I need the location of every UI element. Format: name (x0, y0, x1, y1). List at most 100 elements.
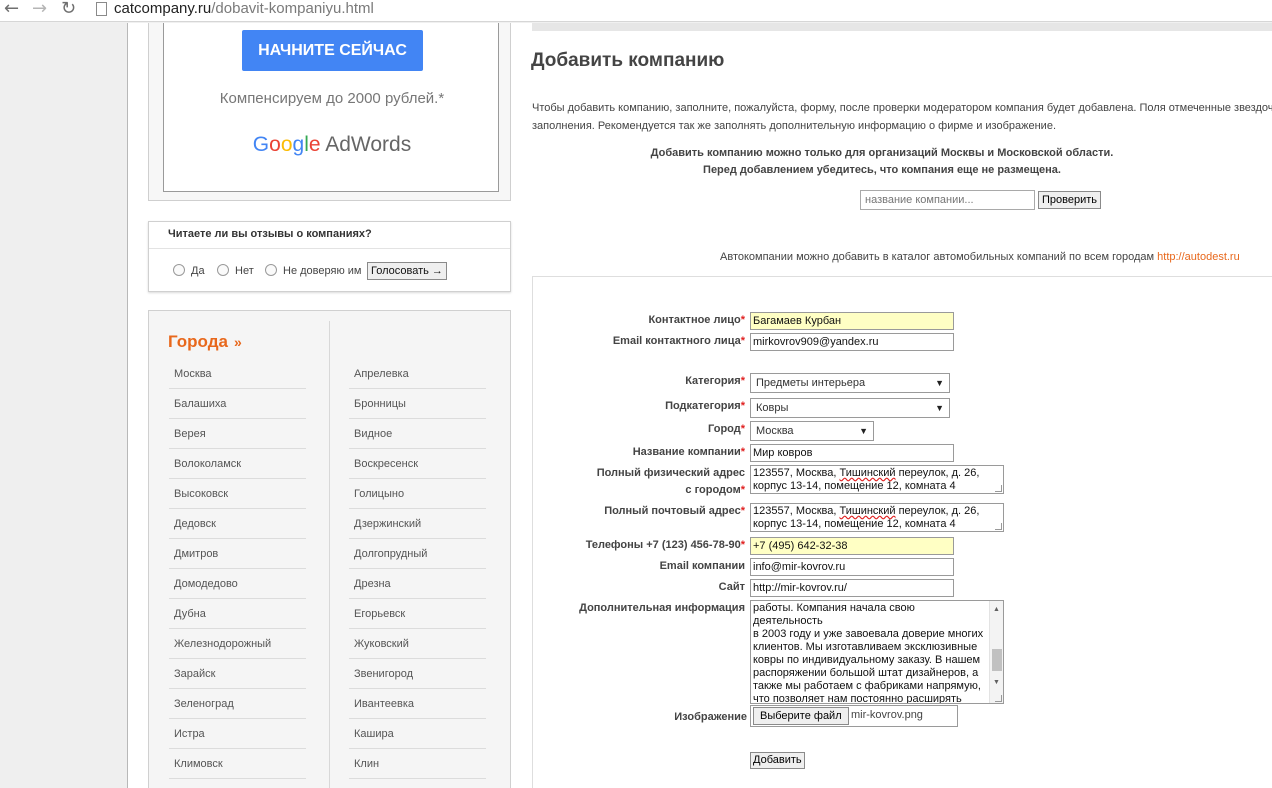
city-link[interactable]: Балашиха (169, 389, 306, 419)
contact-field[interactable]: Багамаев Курбан (750, 312, 954, 330)
cities-title: Города » (168, 332, 242, 352)
poll-option-distrust[interactable]: Не доверяю им (265, 264, 361, 277)
poll-option-no[interactable]: Нет (217, 264, 254, 277)
dropdown-arrow-icon: ▼ (935, 403, 944, 413)
select-value: Ковры (756, 402, 789, 414)
city-link[interactable]: Железнодорожный (169, 629, 306, 659)
city-link[interactable]: Дмитров (169, 539, 306, 569)
back-arrow-icon[interactable]: ← (4, 0, 19, 20)
city-link[interactable]: Зарайск (169, 659, 306, 689)
city-link[interactable]: Высоковск (169, 479, 306, 509)
forward-arrow-icon[interactable]: → (32, 0, 47, 20)
city-link[interactable]: Жуковский (349, 629, 486, 659)
city-link[interactable]: Кашира (349, 719, 486, 749)
file-input[interactable]: Выберите файл mir-kovrov.png (750, 705, 958, 727)
city-link[interactable]: Воскресенск (349, 449, 486, 479)
autodest-link[interactable]: http://autodest.ru (1157, 251, 1240, 263)
check-button[interactable]: Проверить (1038, 191, 1102, 209)
start-now-button[interactable]: НАЧНИТЕ СЕЙЧАС (242, 30, 423, 71)
phones-field[interactable]: +7 (495) 642-32-38 (750, 537, 954, 555)
category-select[interactable]: Предметы интерьера ▼ (750, 373, 950, 393)
dropdown-arrow-icon: ▼ (935, 378, 944, 388)
extra-info-textarea[interactable]: работы. Компания начала свою деятельност… (750, 600, 1004, 704)
intro-line: Чтобы добавить компанию, заполните, пожа… (532, 102, 1272, 114)
text-segment: 123557, Москва, (753, 467, 840, 479)
email-contact-label: Email контактного лица* (533, 333, 745, 349)
choose-file-button[interactable]: Выберите файл (753, 707, 849, 725)
logo-letter: o (269, 133, 281, 156)
textarea-scrollbar[interactable]: ▲ ▼ (989, 601, 1003, 703)
city-link[interactable]: Дзержинский (349, 509, 486, 539)
city-link[interactable]: Долгопрудный (349, 539, 486, 569)
scroll-down-arrow-icon[interactable]: ▼ (993, 676, 1000, 689)
image-label: Изображение (674, 711, 747, 723)
dropdown-arrow-icon: ▼ (859, 426, 868, 436)
city-link[interactable]: Волоколамск (169, 449, 306, 479)
radio-button[interactable] (265, 264, 277, 276)
scroll-up-arrow-icon[interactable]: ▲ (993, 603, 1000, 616)
url-path: /dobavit-kompaniyu.html (211, 0, 374, 17)
label-text: Телефоны +7 (123) 456-78-90 (585, 539, 741, 551)
city-select[interactable]: Москва ▼ (750, 421, 874, 441)
vote-button[interactable]: Голосовать → (367, 262, 447, 280)
add-company-form: Контактное лицо* Багамаев Курбан Email к… (532, 276, 1272, 788)
company-check-input[interactable] (860, 190, 1035, 210)
add-company-submit-button[interactable]: Добавить (750, 752, 805, 769)
city-link[interactable]: Климовск (169, 749, 306, 779)
url-host: catcompany.ru (114, 0, 212, 17)
scrollbar-thumb[interactable] (992, 649, 1002, 671)
city-link[interactable]: Верея (169, 419, 306, 449)
email-company-field[interactable]: info@mir-kovrov.ru (750, 558, 954, 576)
city-link[interactable]: Егорьевск (349, 599, 486, 629)
company-name-field[interactable]: Мир ковров (750, 444, 954, 462)
city-link[interactable]: Бронницы (349, 389, 486, 419)
address-bar[interactable]: catcompany.ru/dobavit-kompaniyu.html (114, 0, 374, 18)
email-contact-field[interactable]: mirkovrov909@yandex.ru (750, 333, 954, 351)
label-text: Город (708, 423, 741, 435)
city-link[interactable]: Истра (169, 719, 306, 749)
label-text-line2: с городом* (533, 482, 745, 499)
city-link[interactable]: Видное (349, 419, 486, 449)
city-link[interactable]: Дедовск (169, 509, 306, 539)
required-mark: * (740, 423, 745, 435)
google-adwords-logo: Google AdWords (164, 133, 500, 157)
textarea-line: 123557, Москва, Тишинский переулок, д. 2… (753, 505, 1001, 518)
resize-handle-icon[interactable] (995, 695, 1002, 702)
city-link[interactable]: Дубна (169, 599, 306, 629)
resize-handle-icon[interactable] (995, 485, 1002, 492)
city-link[interactable]: Ивантеевка (349, 689, 486, 719)
subcategory-select[interactable]: Ковры ▼ (750, 398, 950, 418)
required-mark: * (740, 539, 745, 551)
textarea-line: что позволяет нам постоянно расширять св… (753, 693, 962, 704)
city-link[interactable]: Голицыно (349, 479, 486, 509)
email-company-label: Email компании (659, 560, 745, 572)
text-segment: 123557, Москва, (753, 505, 840, 517)
city-link[interactable]: Апрелевка (349, 359, 486, 389)
label-text: Email контактного лица (612, 335, 741, 347)
city-link[interactable]: Зеленоград (169, 689, 306, 719)
city-link[interactable]: Звенигород (349, 659, 486, 689)
reload-icon[interactable]: ↻ (61, 0, 76, 20)
intro-line: заполнения. Рекомендуется так же заполня… (532, 120, 1056, 132)
extra-info-label: Дополнительная информация (579, 602, 745, 614)
textarea-line: 123557, Москва, Тишинский переулок, д. 2… (753, 467, 1001, 480)
radio-button[interactable] (173, 264, 185, 276)
textarea-line: ковры по индивидуальному заказу. В нашем (753, 654, 981, 666)
site-label: Сайт (718, 581, 745, 593)
city-link[interactable]: Москва (169, 359, 306, 389)
physical-address-textarea[interactable]: 123557, Москва, Тишинский переулок, д. 2… (750, 465, 1004, 494)
notice-line: Добавить компанию можно только для орган… (650, 147, 1114, 159)
site-field[interactable]: http://mir-kovrov.ru/ (750, 579, 954, 597)
postal-address-textarea[interactable]: 123557, Москва, Тишинский переулок, д. 2… (750, 503, 1004, 532)
city-link[interactable]: Дрезна (349, 569, 486, 599)
label-text: с городом (685, 484, 741, 496)
city-link[interactable]: Домодедово (169, 569, 306, 599)
page-content: НАЧНИТЕ СЕЙЧАС Компенсируем до 2000 рубл… (128, 23, 1272, 788)
page-title: Добавить компанию (531, 50, 725, 71)
label-text: Название компании (632, 446, 741, 458)
poll-option-yes[interactable]: Да (173, 264, 205, 277)
resize-handle-icon[interactable] (995, 523, 1002, 530)
city-link[interactable]: Клин (349, 749, 486, 779)
radio-button[interactable] (217, 264, 229, 276)
auto-note-text: Автокомпании можно добавить в каталог ав… (720, 251, 1158, 263)
